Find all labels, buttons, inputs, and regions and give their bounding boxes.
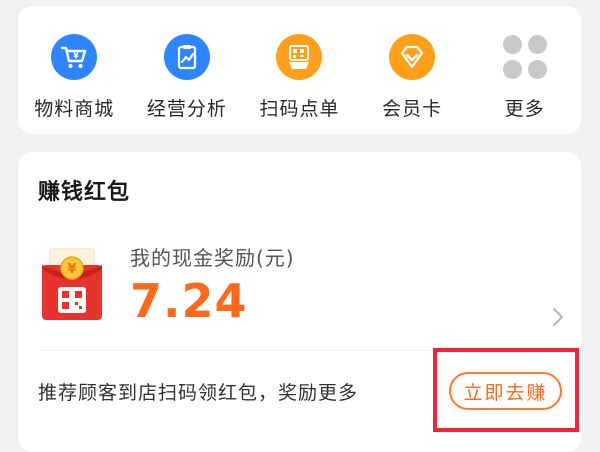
more-apps-icon <box>502 34 548 80</box>
card-title: 赚钱红包 <box>38 180 131 205</box>
analytics-chart-icon <box>163 34 210 80</box>
qr-order-icon <box>276 34 323 80</box>
svg-text:¥: ¥ <box>74 52 80 61</box>
shortcut-member-card[interactable]: 会员卡 <box>356 6 469 134</box>
shortcut-card: ¥ 物料商城 经营分析 扫码点单 会员卡 更多 <box>18 6 581 134</box>
shortcut-label: 会员卡 <box>382 98 443 120</box>
shopping-cart-icon: ¥ <box>51 34 98 80</box>
reward-amount: 7.24 <box>130 274 248 328</box>
shortcut-material-mall[interactable]: ¥ 物料商城 <box>18 6 131 134</box>
earn-red-packet-card: 赚钱红包 ¥ 我的现金奖励(元) 7.24 推荐顾客到店扫码领红包，奖励更多 立… <box>18 152 581 452</box>
shortcut-label: 经营分析 <box>146 98 227 120</box>
shortcut-grid: ¥ 物料商城 经营分析 扫码点单 会员卡 更多 <box>18 6 581 134</box>
invite-text: 推荐顾客到店扫码领红包，奖励更多 <box>38 382 359 404</box>
shortcut-more[interactable]: 更多 <box>468 6 581 134</box>
diamond-icon <box>389 34 436 80</box>
svg-text:¥: ¥ <box>67 262 76 277</box>
earn-now-button[interactable]: 立即去赚 <box>449 372 562 410</box>
chevron-right-icon[interactable] <box>550 306 566 328</box>
red-envelope-icon: ¥ <box>38 247 106 322</box>
shortcut-business-analysis[interactable]: 经营分析 <box>131 6 244 134</box>
shortcut-scan-order[interactable]: 扫码点单 <box>243 6 356 134</box>
shortcut-label: 物料商城 <box>34 98 115 120</box>
reward-label: 我的现金奖励(元) <box>130 246 295 270</box>
shortcut-label: 更多 <box>504 98 545 120</box>
shortcut-label: 扫码点单 <box>259 98 340 120</box>
